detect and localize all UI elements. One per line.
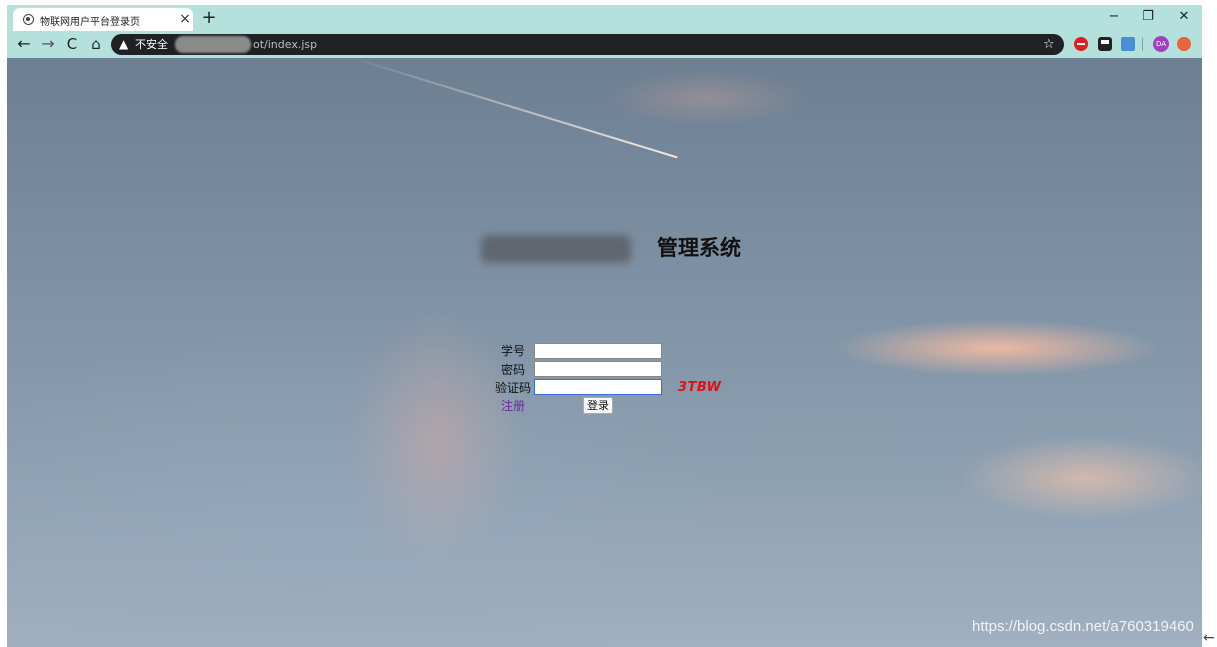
tab-close-button[interactable]: × xyxy=(177,10,193,28)
star-icon[interactable]: ☆ xyxy=(1043,35,1055,54)
extension-icon[interactable] xyxy=(1098,37,1112,51)
minimize-button[interactable]: − xyxy=(1097,5,1131,29)
globe-icon xyxy=(23,14,34,25)
translate-icon[interactable] xyxy=(1121,37,1135,51)
address-bar[interactable]: ▲ 不安全 ot/index.jsp ☆ xyxy=(111,34,1064,55)
active-tab[interactable]: 物联网用户平台登录页 × xyxy=(13,8,193,31)
forward-button[interactable]: → xyxy=(37,33,59,55)
captcha-code[interactable]: 3TBW xyxy=(678,379,721,397)
back-button[interactable]: ← xyxy=(13,33,35,55)
security-label[interactable]: 不安全 xyxy=(135,36,168,53)
url-text[interactable]: ot/index.jsp xyxy=(253,36,317,53)
profile-avatar[interactable]: DA xyxy=(1153,36,1169,52)
side-arrow-icon: ← xyxy=(1203,630,1215,646)
extension-icon[interactable] xyxy=(1177,37,1191,51)
password-label: 密码 xyxy=(500,363,525,377)
page-title: 管理系统 xyxy=(657,236,741,260)
tab-title: 物联网用户平台登录页 xyxy=(40,17,140,28)
browser-window: 物联网用户平台登录页 × + − ❐ ✕ ← → C ⌂ ▲ 不安全 ot/in… xyxy=(7,5,1202,647)
page-viewport: 管理系统 学号 密码 验证码 3TBW 注册 登录 https://blog.c… xyxy=(7,58,1202,647)
maximize-button[interactable]: ❐ xyxy=(1131,5,1165,29)
student-id-input[interactable] xyxy=(534,343,662,359)
password-input[interactable] xyxy=(534,361,662,377)
watermark-text: https://blog.csdn.net/a760319460 xyxy=(972,618,1194,635)
warning-icon[interactable]: ▲ xyxy=(119,36,128,53)
browser-toolbar: ← → C ⌂ ▲ 不安全 ot/index.jsp ☆ DA xyxy=(7,31,1202,58)
background-contrail xyxy=(361,60,678,159)
home-button[interactable]: ⌂ xyxy=(85,33,107,55)
register-link[interactable]: 注册 xyxy=(501,398,525,414)
login-button[interactable]: 登录 xyxy=(583,397,613,414)
tab-strip: 物联网用户平台登录页 × + − ❐ ✕ xyxy=(7,5,1202,31)
captcha-input[interactable] xyxy=(534,379,662,395)
reload-button[interactable]: C xyxy=(61,33,83,55)
student-id-label: 学号 xyxy=(500,344,525,358)
blurred-url-host xyxy=(175,36,251,53)
close-window-button[interactable]: ✕ xyxy=(1167,5,1201,29)
adblock-icon[interactable] xyxy=(1074,37,1088,51)
captcha-label: 验证码 xyxy=(494,381,531,395)
toolbar-divider xyxy=(1142,38,1143,51)
new-tab-button[interactable]: + xyxy=(199,7,219,29)
